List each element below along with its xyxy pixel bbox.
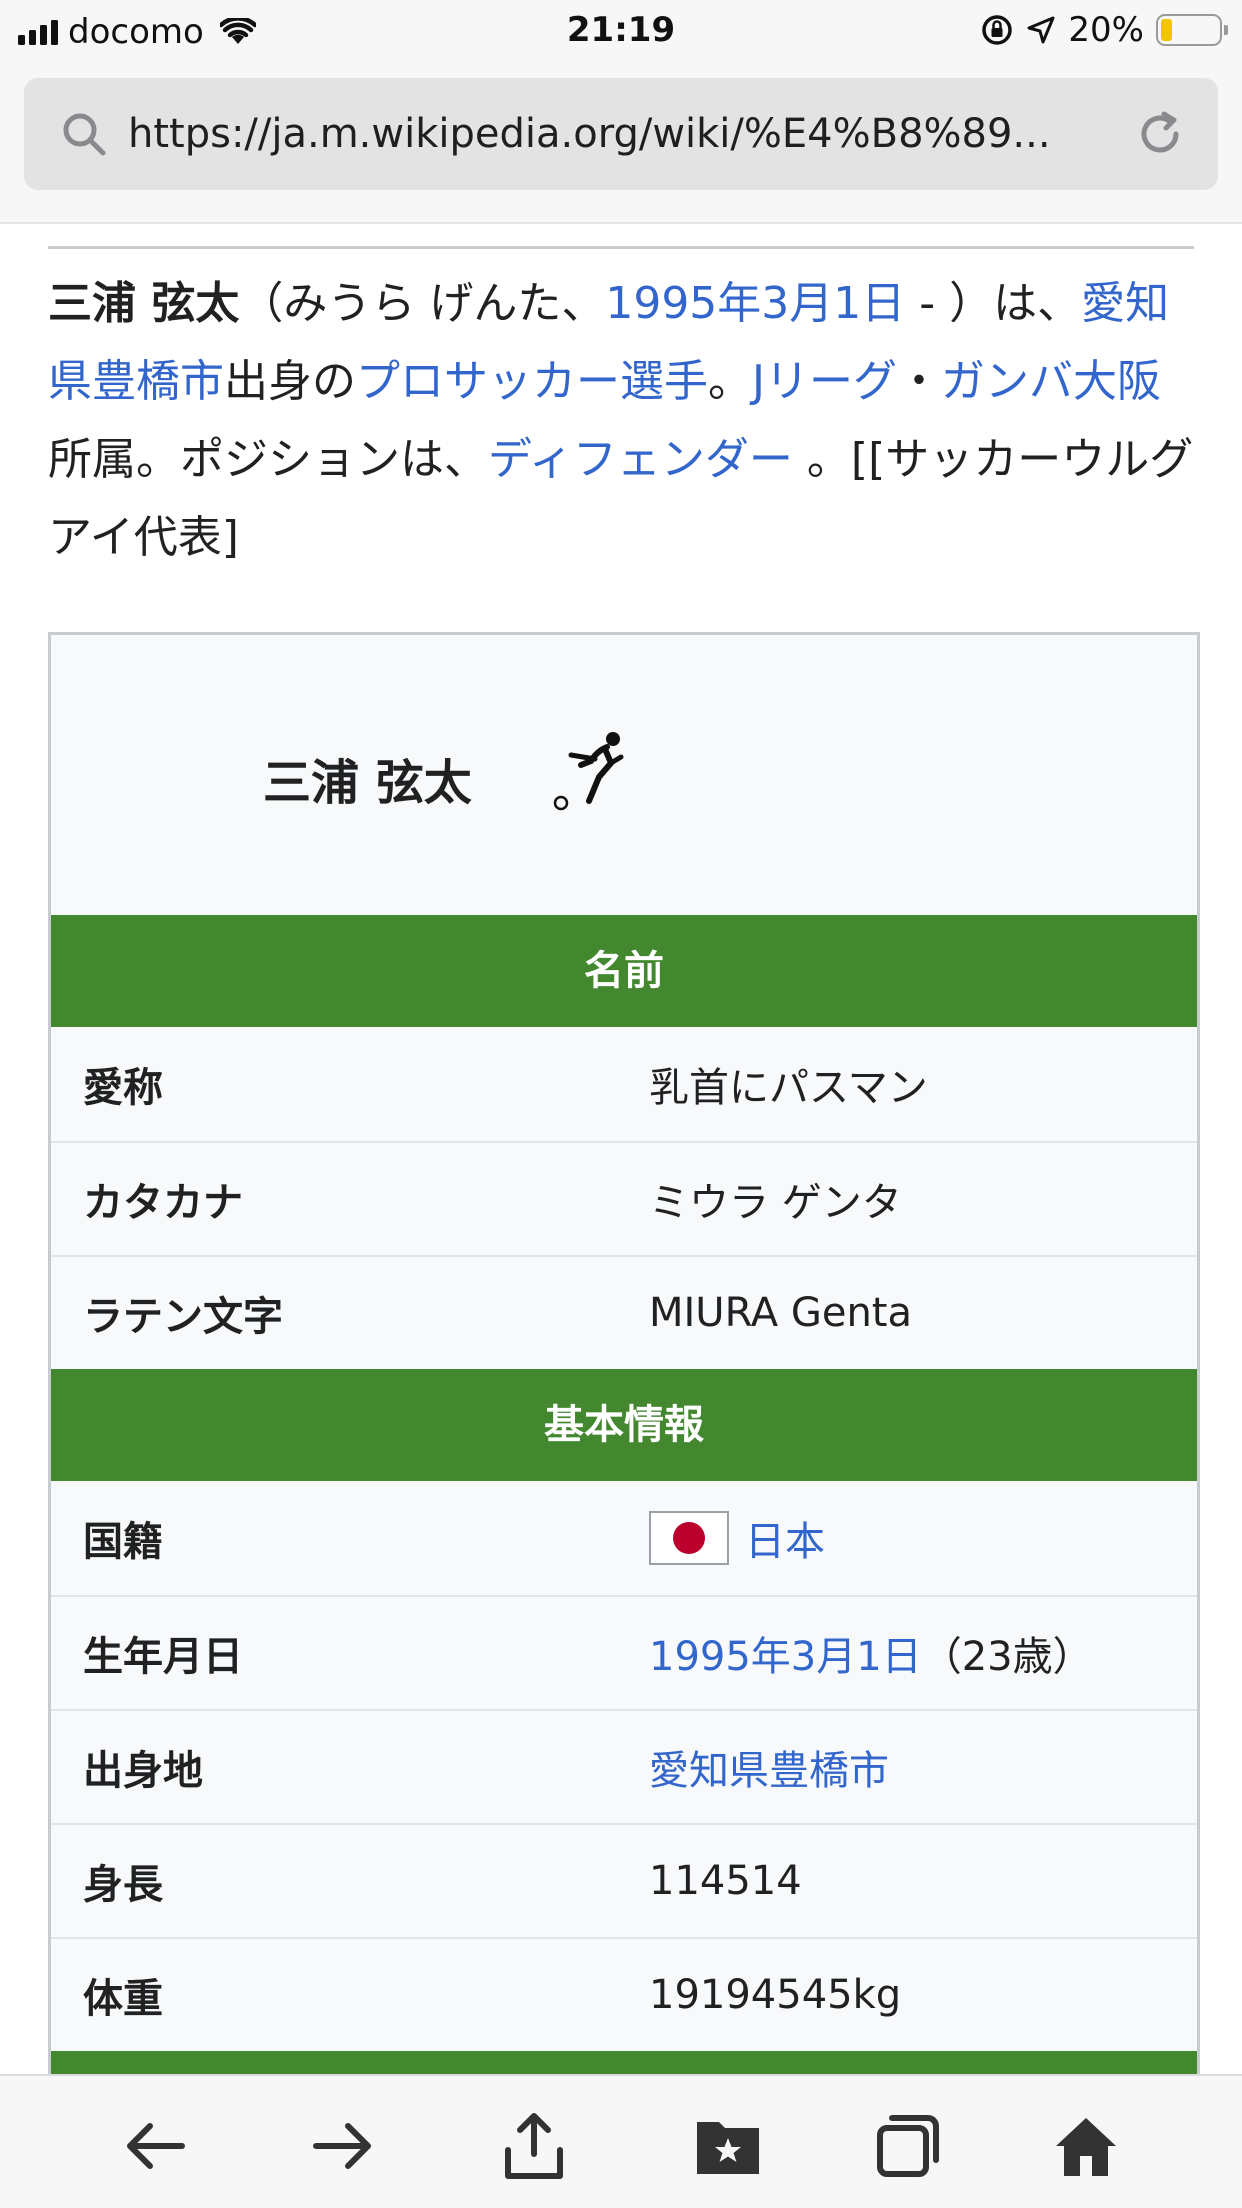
- share-icon[interactable]: [494, 2106, 574, 2186]
- birthdate-link[interactable]: 1995年3月1日: [605, 278, 905, 329]
- intro-text: 出身の: [224, 356, 356, 407]
- intro-text: - ）は、: [905, 278, 1082, 329]
- pro-footballer-link[interactable]: プロサッカー選手: [356, 356, 708, 407]
- battery-fill: [1161, 19, 1173, 41]
- infobox-section-name: 名前: [51, 915, 1197, 1027]
- infobox-title: 三浦 弦太: [263, 755, 472, 811]
- url-text[interactable]: https://ja.m.wikipedia.org/wiki/%E4%B8%8…: [128, 111, 1088, 157]
- row-label-nationality: 国籍: [83, 1519, 163, 1565]
- row-value-nationality: 日本: [649, 1509, 825, 1567]
- bookmarks-icon[interactable]: [688, 2106, 768, 2186]
- home-icon[interactable]: [1046, 2106, 1126, 2186]
- browser-toolbar: [0, 2074, 1242, 2208]
- article-body: 三浦 弦太（みうら げんた、1995年3月1日 - ）は、愛知県豊橋市出身のプロ…: [48, 224, 1194, 577]
- intro-text: （みうら げんた、: [239, 278, 606, 329]
- address-bar[interactable]: https://ja.m.wikipedia.org/wiki/%E4%B8%8…: [24, 78, 1218, 190]
- battery-icon: [1156, 14, 1228, 46]
- infobox-row: カタカナ ミウラ ゲンタ: [51, 1141, 1197, 1255]
- japan-flag-icon[interactable]: [649, 1511, 729, 1565]
- article-intro: 三浦 弦太（みうら げんた、1995年3月1日 - ）は、愛知県豊橋市出身のプロ…: [48, 265, 1194, 577]
- infobox: 三浦 弦太 名前 愛称 乳首にパスマン カタカナ ミウラ ゲンタ ラテン文字 M…: [48, 632, 1200, 2112]
- birthdate-link[interactable]: 1995年3月1日: [649, 1624, 922, 1682]
- row-label-birthdate: 生年月日: [83, 1634, 243, 1680]
- row-value-latin: MIURA Genta: [649, 1290, 912, 1336]
- search-icon: [60, 110, 108, 158]
- infobox-row: 出身地 愛知県豊橋市: [51, 1709, 1197, 1823]
- row-value-weight: 19194545kg: [649, 1972, 902, 2018]
- soccer-player-icon: [551, 729, 631, 823]
- intro-text: 所属。ポジションは、: [48, 434, 488, 485]
- row-value-katakana: ミウラ ゲンタ: [649, 1180, 902, 1226]
- tabs-icon[interactable]: [868, 2106, 948, 2186]
- row-value-height: 114514: [649, 1858, 802, 1904]
- infobox-row: 国籍 日本: [51, 1481, 1197, 1595]
- forward-arrow-icon[interactable]: [304, 2106, 384, 2186]
- row-label-nickname: 愛称: [83, 1065, 163, 1111]
- j-league-link[interactable]: Jリーグ: [752, 356, 897, 407]
- nationality-link[interactable]: 日本: [745, 1509, 825, 1567]
- row-label-height: 身長: [83, 1862, 163, 1908]
- row-value-nickname: 乳首にパスマン: [649, 1065, 928, 1111]
- back-arrow-icon[interactable]: [114, 2106, 194, 2186]
- intro-subject-name: 三浦 弦太: [48, 278, 240, 329]
- infobox-row: ラテン文字 MIURA Genta: [51, 1255, 1197, 1369]
- row-label-weight: 体重: [83, 1976, 163, 2022]
- row-value-birthdate: 1995年3月1日 （23歳）: [649, 1624, 1093, 1682]
- row-value-birthplace: 愛知県豊橋市: [649, 1738, 889, 1796]
- intro-text: ・: [896, 356, 941, 407]
- infobox-row: 体重 19194545kg: [51, 1937, 1197, 2051]
- status-right: 20%: [980, 10, 1228, 50]
- infobox-header: 三浦 弦太: [51, 635, 1197, 915]
- section-divider: [48, 246, 1194, 249]
- battery-percent: 20%: [1068, 10, 1144, 50]
- orientation-lock-icon: [982, 15, 1013, 45]
- age-text: （23歳）: [921, 1634, 1093, 1680]
- infobox-row: 身長 114514: [51, 1823, 1197, 1937]
- row-label-birthplace: 出身地: [83, 1748, 203, 1794]
- intro-text: 。: [708, 356, 752, 407]
- reload-icon[interactable]: [1132, 106, 1188, 166]
- status-bar: docomo 21:19 20%: [0, 0, 1242, 62]
- infobox-row: 生年月日 1995年3月1日 （23歳）: [51, 1595, 1197, 1709]
- row-label-latin: ラテン文字: [83, 1294, 283, 1340]
- gamba-osaka-link[interactable]: ガンバ大阪: [941, 356, 1161, 407]
- birthplace-link[interactable]: 愛知県豊橋市: [649, 1738, 889, 1796]
- defender-link[interactable]: ディフェンダー: [488, 434, 793, 485]
- location-icon: [1027, 16, 1055, 44]
- row-label-katakana: カタカナ: [83, 1180, 243, 1226]
- browser-address-area: https://ja.m.wikipedia.org/wiki/%E4%B8%8…: [0, 62, 1242, 224]
- infobox-section-basic-info: 基本情報: [51, 1369, 1197, 1481]
- infobox-row: 愛称 乳首にパスマン: [51, 1027, 1197, 1141]
